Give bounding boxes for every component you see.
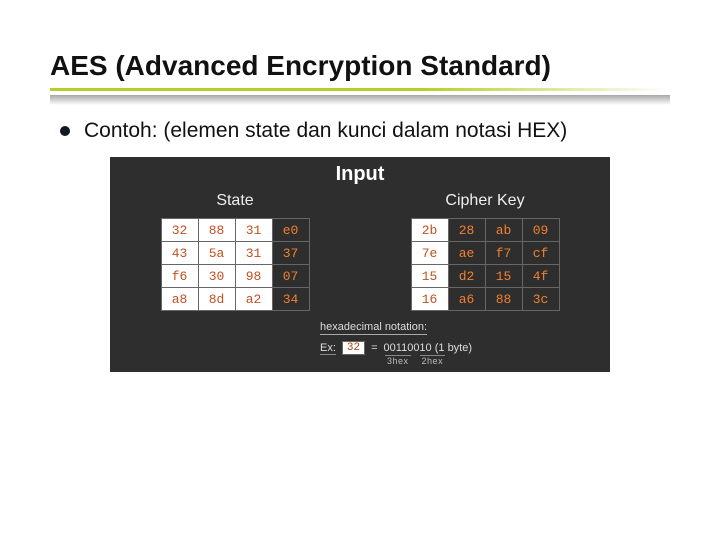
key-cell: f7 bbox=[485, 242, 522, 265]
aes-input-figure: Input State 32 88 31 e0 43 5a 31 37 bbox=[110, 157, 610, 372]
state-cell: 37 bbox=[272, 242, 309, 265]
hex-notation-label: hexadecimal notation: bbox=[320, 321, 427, 335]
state-cell: 31 bbox=[235, 242, 272, 265]
hex-sub-2: 2hex bbox=[420, 355, 446, 366]
state-label: State bbox=[216, 192, 253, 210]
key-cell: 15 bbox=[411, 265, 448, 288]
key-cell: 7e bbox=[411, 242, 448, 265]
hex-ex-value: 32 bbox=[342, 341, 365, 355]
state-matrix: 32 88 31 e0 43 5a 31 37 f6 30 98 bbox=[161, 218, 310, 311]
cipher-key-column: Cipher Key 2b 28 ab 09 7e ae f7 cf bbox=[411, 190, 560, 311]
state-cell: 32 bbox=[161, 219, 198, 242]
key-cell: 15 bbox=[485, 265, 522, 288]
key-cell: 2b bbox=[411, 219, 448, 242]
state-cell: 98 bbox=[235, 265, 272, 288]
state-cell: 34 bbox=[272, 288, 309, 311]
slide-title: AES (Advanced Encryption Standard) bbox=[50, 50, 670, 82]
key-cell: ab bbox=[485, 219, 522, 242]
key-cell: 16 bbox=[411, 288, 448, 311]
state-cell: 07 bbox=[272, 265, 309, 288]
key-cell: a6 bbox=[448, 288, 485, 311]
state-cell: 30 bbox=[198, 265, 235, 288]
bullet-icon bbox=[60, 126, 70, 136]
key-cell: 09 bbox=[522, 219, 559, 242]
state-cell: a8 bbox=[161, 288, 198, 311]
hex-ex-label: Ex: bbox=[320, 342, 336, 355]
figure-input-label: Input bbox=[110, 157, 610, 190]
key-cell: d2 bbox=[448, 265, 485, 288]
key-cell: 4f bbox=[522, 265, 559, 288]
hex-notation-section: hexadecimal notation: bbox=[110, 317, 610, 339]
state-cell: 5a bbox=[198, 242, 235, 265]
hex-ex-bin: 00110010 (1 byte) bbox=[384, 342, 472, 354]
hex-ex-eq: = bbox=[371, 342, 377, 354]
title-underline bbox=[50, 88, 670, 91]
key-cell: ae bbox=[448, 242, 485, 265]
state-cell: 88 bbox=[198, 219, 235, 242]
state-cell: f6 bbox=[161, 265, 198, 288]
state-cell: 8d bbox=[198, 288, 235, 311]
cipher-key-label: Cipher Key bbox=[445, 192, 524, 210]
hex-sub-1: 3hex bbox=[385, 355, 411, 366]
state-cell: 43 bbox=[161, 242, 198, 265]
state-column: State 32 88 31 e0 43 5a 31 37 bbox=[161, 190, 310, 311]
bullet-item: Contoh: (elemen state dan kunci dalam no… bbox=[60, 119, 670, 143]
state-cell: e0 bbox=[272, 219, 309, 242]
hex-example-row: Ex: 32 = 00110010 (1 byte) bbox=[110, 339, 610, 355]
key-cell: 88 bbox=[485, 288, 522, 311]
hex-sub-row: 3hex 2hex bbox=[110, 355, 610, 366]
state-cell: a2 bbox=[235, 288, 272, 311]
key-cell: cf bbox=[522, 242, 559, 265]
key-cell: 3c bbox=[522, 288, 559, 311]
state-cell: 31 bbox=[235, 219, 272, 242]
cipher-key-matrix: 2b 28 ab 09 7e ae f7 cf 15 d2 15 bbox=[411, 218, 560, 311]
title-shadow bbox=[50, 95, 670, 105]
bullet-text: Contoh: (elemen state dan kunci dalam no… bbox=[84, 119, 567, 143]
key-cell: 28 bbox=[448, 219, 485, 242]
